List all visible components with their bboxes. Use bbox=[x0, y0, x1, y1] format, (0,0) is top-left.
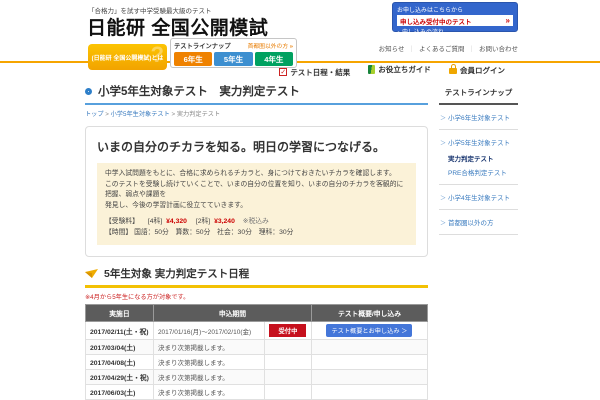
col-header-period: 申込期間 bbox=[153, 305, 311, 322]
tax-note: ※税込み bbox=[243, 218, 269, 225]
status-cell bbox=[264, 385, 311, 400]
apply-period: 決まり次第掲載します。 bbox=[153, 385, 264, 400]
apply-period: 決まり次第掲載します。 bbox=[153, 355, 264, 370]
exam-date: 2017/03/04(土) bbox=[86, 340, 154, 355]
col-header-action: テスト概要/申し込み bbox=[311, 305, 427, 322]
apply-panel-title: お申し込みはこちらから bbox=[397, 5, 513, 14]
secondary-nav: ✓テスト日程・結果 お役立ちガイド 会員ログイン bbox=[0, 64, 505, 78]
breadcrumb-grade5[interactable]: 小学5年生対象テスト bbox=[111, 111, 170, 118]
table-row: 2017/02/11(土・祝) 2017/01/16(月)～2017/02/10… bbox=[86, 322, 428, 340]
page-root: 「合格力」を試す中学受験最大級のテスト 日能研 全国公開模試 お申し込みはこちら… bbox=[0, 0, 600, 400]
divider bbox=[104, 111, 111, 118]
time-detail: 国語：50分 算数：50分 社会：30分 理科：30分 bbox=[134, 229, 293, 236]
fee-label: 【受験料】 bbox=[105, 218, 139, 225]
apply-period: 2017/01/16(月)～2017/02/10(金) bbox=[153, 322, 264, 340]
fee-2sub-label: [2科] bbox=[196, 218, 210, 225]
chevron-right-icon: ＞ bbox=[440, 196, 446, 202]
fee-2sub-price: ¥3,240 bbox=[214, 218, 235, 225]
schedule-table: 実施日 申込期間 テスト概要/申し込み 2017/02/11(土・祝) 2017… bbox=[85, 304, 428, 400]
status-cell bbox=[264, 355, 311, 370]
contact-link[interactable]: お問い合わせ bbox=[479, 46, 518, 53]
table-row: 2017/03/04(土) 決まり次第掲載します。 bbox=[86, 340, 428, 355]
lineup-box-title: テストラインナップ bbox=[174, 41, 231, 50]
exam-date: 2017/04/29(土・祝) bbox=[86, 370, 154, 385]
fee-4sub-label: [4科] bbox=[148, 218, 162, 225]
action-cell: テスト概要とお申し込み ＞ bbox=[311, 322, 427, 340]
action-cell bbox=[311, 340, 427, 355]
chevron-right-icon: ＞ bbox=[440, 141, 446, 147]
breadcrumb-current: 実力判定テスト bbox=[177, 111, 220, 118]
other-region-link[interactable]: 首都圏以外の方 bbox=[248, 41, 293, 50]
bookmark-arrow-icon bbox=[85, 269, 99, 279]
apply-now-button[interactable]: 申し込み受付中のテスト bbox=[397, 15, 513, 26]
news-link[interactable]: お知らせ bbox=[379, 46, 405, 53]
time-row: 【時間】 国語：50分 算数：50分 社会：30分 理科：30分 bbox=[105, 228, 408, 239]
table-row: 2017/06/03(土) 決まり次第掲載します。 bbox=[86, 385, 428, 400]
page-title-bar: 小学5年生対象テスト 実力判定テスト bbox=[85, 83, 428, 105]
sidebar-item-grade4[interactable]: ＞小学4年生対象テスト bbox=[439, 185, 518, 210]
table-header-row: 実施日 申込期間 テスト概要/申し込み bbox=[86, 305, 428, 322]
time-label: 【時間】 bbox=[105, 229, 132, 236]
divider: ｜ bbox=[409, 46, 416, 53]
table-row: 2017/04/08(土) 決まり次第掲載します。 bbox=[86, 355, 428, 370]
main-column: 小学5年生対象テスト 実力判定テスト トップ小学5年生対象テスト実力判定テスト … bbox=[85, 83, 428, 400]
page-title: 小学5年生対象テスト 実力判定テスト bbox=[98, 83, 300, 99]
action-cell bbox=[311, 370, 427, 385]
apply-detail-button[interactable]: テスト概要とお申し込み ＞ bbox=[326, 324, 412, 337]
guide-book-icon bbox=[368, 65, 375, 74]
intro-line: 発見し、今後の学習計画に役立てていきます。 bbox=[105, 201, 408, 212]
fee-4sub-price: ¥4,320 bbox=[166, 218, 187, 225]
divider: ｜ bbox=[469, 46, 476, 53]
breadcrumb-home[interactable]: トップ bbox=[85, 111, 104, 118]
intro-description-box: 中学入試問題をもとに、合格に求められるチカラと、身につけておきたいチカラを確認し… bbox=[97, 163, 416, 245]
divider bbox=[170, 111, 177, 118]
check-icon: ✓ bbox=[279, 68, 287, 76]
status-cell bbox=[264, 340, 311, 355]
sidebar-item-grade6[interactable]: ＞小学6年生対象テスト bbox=[439, 105, 518, 130]
exam-date: 2017/06/03(土) bbox=[86, 385, 154, 400]
status-badge: 受付中 bbox=[269, 324, 306, 337]
status-cell: 受付中 bbox=[264, 322, 311, 340]
sidebar-item-other-region[interactable]: ＞首都圏以外の方 bbox=[439, 210, 518, 235]
apply-now-label: 申し込み受付中のテスト bbox=[400, 16, 472, 26]
apply-period: 決まり次第掲載します。 bbox=[153, 340, 264, 355]
lock-icon bbox=[449, 68, 457, 74]
action-cell bbox=[311, 385, 427, 400]
circle-bullet-icon bbox=[85, 88, 92, 95]
intro-line: このテストを受験し続けていくことで、いまの自分の位置を知り、いまの自分のチカラを… bbox=[105, 180, 408, 201]
status-cell bbox=[264, 370, 311, 385]
eligibility-note: ※4月から5年生になる方が対象です。 bbox=[85, 292, 428, 301]
sidebar-subitem-pre[interactable]: PRE合格判定テスト bbox=[448, 167, 518, 177]
apply-panel: お申し込みはこちらから 申し込み受付中のテスト 申し込みの流れ bbox=[392, 2, 518, 32]
table-row: 2017/04/29(土・祝) 決まり次第掲載します。 bbox=[86, 370, 428, 385]
sidebar-title: テストラインナップ bbox=[439, 83, 518, 105]
apply-flow-link[interactable]: 申し込みの流れ bbox=[397, 27, 513, 36]
apply-period: 決まり次第掲載します。 bbox=[153, 370, 264, 385]
site-logo[interactable]: 日能研 全国公開模試 bbox=[87, 13, 268, 40]
exam-date: 2017/02/11(土・祝) bbox=[86, 322, 154, 340]
col-header-date: 実施日 bbox=[86, 305, 154, 322]
nav-guide[interactable]: お役立ちガイド bbox=[368, 64, 431, 75]
schedule-section-header: 5年生対象 実力判定テスト日程 bbox=[85, 266, 428, 288]
exam-date: 2017/04/08(土) bbox=[86, 355, 154, 370]
action-cell bbox=[311, 355, 427, 370]
chevron-right-icon: ＞ bbox=[440, 116, 446, 122]
schedule-heading: 5年生対象 実力判定テスト日程 bbox=[104, 266, 249, 281]
sidebar: テストラインナップ ＞小学6年生対象テスト ＞小学5年生対象テスト 実力判定テス… bbox=[439, 83, 518, 400]
nav-member-login[interactable]: 会員ログイン bbox=[449, 65, 505, 76]
nav-schedule-results[interactable]: ✓テスト日程・結果 bbox=[279, 67, 350, 78]
intro-headline: いまの自分のチカラを知る。明日の学習につなげる。 bbox=[97, 138, 416, 155]
faq-link[interactable]: よくあるご質問 bbox=[419, 46, 465, 53]
breadcrumb: トップ小学5年生対象テスト実力判定テスト bbox=[85, 109, 428, 118]
sidebar-item-grade5: ＞小学5年生対象テスト 実力判定テスト PRE合格判定テスト bbox=[439, 130, 518, 185]
sidebar-subitem-jitsuryoku-current: 実力判定テスト bbox=[448, 153, 518, 163]
fee-row: 【受験料】 [4科] ¥4,320 [2科] ¥3,240 ※税込み bbox=[105, 217, 408, 228]
intro-card: いまの自分のチカラを知る。明日の学習につなげる。 中学入試問題をもとに、合格に求… bbox=[85, 126, 428, 257]
chevron-right-icon: ＞ bbox=[440, 221, 446, 227]
intro-line: 中学入試問題をもとに、合格に求められるチカラと、身につけておきたいチカラを確認し… bbox=[105, 169, 408, 180]
